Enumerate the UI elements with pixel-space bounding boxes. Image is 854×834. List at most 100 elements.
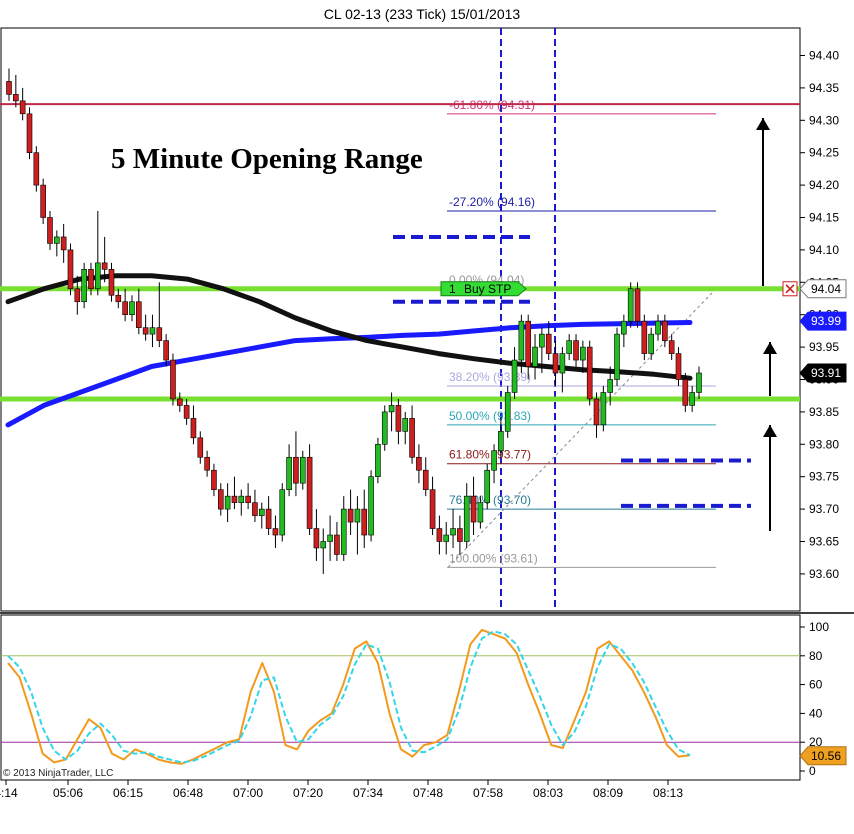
chart-svg: CL 02-13 (233 Tick) 15/01/2013 5 Minute … [0, 6, 854, 800]
candle-body [204, 456, 210, 471]
candle-body [662, 320, 668, 341]
price-panel-frame [0, 27, 801, 612]
candle-body [272, 528, 279, 536]
candle-body [682, 379, 689, 406]
price-axis-tick-label: 94.10 [809, 243, 839, 257]
candle-body [552, 353, 559, 374]
candle-body [183, 405, 190, 419]
candle-body [60, 236, 67, 251]
candle-body [47, 217, 53, 244]
opening-range-annotation: 5 Minute Opening Range [111, 143, 423, 175]
candle-body [238, 495, 245, 503]
chart-title: CL 02-13 (233 Tick) 15/01/2013 [324, 6, 521, 22]
price-axis-tick-label: 94.30 [809, 113, 839, 127]
oscillator-panel-frame [0, 614, 801, 781]
target-arrow-mid-head [763, 425, 777, 437]
candle-body [340, 508, 347, 555]
candle-body [299, 456, 306, 484]
candle-body [122, 301, 128, 315]
candle-body [477, 502, 484, 523]
candle-body [388, 405, 395, 413]
candle-body [74, 288, 81, 303]
price-axis-tick-label: 93.85 [809, 405, 839, 419]
price-axis-tick-label: 94.25 [809, 146, 839, 160]
oscillator-value-tag-text: 10.56 [811, 749, 841, 763]
candle-body [40, 184, 46, 218]
candle-body [176, 398, 183, 406]
candle-body [19, 100, 26, 115]
time-axis-tick-label: 08:09 [593, 786, 623, 800]
candle-body [375, 443, 381, 477]
candle-body [381, 411, 388, 445]
candle-body [518, 320, 525, 361]
candle-body [511, 359, 518, 393]
candle-body [327, 534, 333, 542]
target-arrow-long-head [756, 118, 770, 130]
candle-body [402, 418, 409, 432]
candle-body [545, 333, 552, 354]
candle-body [245, 495, 251, 503]
candle-body [224, 495, 231, 510]
price-axis-tick-label: 93.80 [809, 437, 839, 451]
time-axis-tick-label: 07:58 [473, 786, 503, 800]
oscillator-axis-tick-label: 80 [809, 649, 823, 663]
candle-body [368, 476, 374, 536]
candle-body [573, 340, 579, 361]
time-axis-tick-label: 07:34 [353, 786, 383, 800]
oscillator-axis-tick-label: 40 [809, 706, 823, 720]
candle-body [532, 346, 538, 367]
candle-body [279, 489, 286, 536]
candle-body [354, 508, 361, 523]
stochastic-k-line [7, 628, 691, 765]
candle-body [231, 495, 238, 503]
price-axis-tick-label: 93.60 [809, 567, 839, 581]
fib-level-label: 61.80% (93.77) [449, 448, 531, 462]
price-tag-order-text: 94.04 [811, 282, 841, 296]
candle-body [197, 437, 204, 458]
candle-body [286, 456, 292, 490]
candle-body [129, 301, 135, 315]
oscillator-axis-tick-label: 100 [809, 620, 829, 634]
candle-body [395, 405, 402, 432]
oscillator-axis-tick-label: 0 [809, 764, 816, 778]
candle-body [607, 379, 613, 393]
price-axis-tick-label: 93.95 [809, 340, 839, 354]
candle-body [436, 528, 443, 542]
candle-body [504, 392, 511, 432]
time-axis-tick-label: 08:03 [533, 786, 563, 800]
price-axis-tick-label: 94.20 [809, 178, 839, 192]
candle-body [54, 236, 60, 244]
price-axis-tick-label: 93.70 [809, 502, 839, 516]
candle-body [668, 340, 675, 354]
candle-body [108, 269, 115, 296]
candle-body [13, 94, 19, 102]
price-tag-last-text: 93.91 [811, 366, 841, 380]
candle-body [265, 508, 272, 529]
candle-body [450, 528, 456, 536]
candle-body [614, 333, 620, 380]
price-axis-tick-label: 94.40 [809, 49, 839, 63]
candle-body [101, 262, 108, 270]
candle-body [416, 456, 422, 471]
candle-body [443, 534, 450, 542]
stochastic-d-line [7, 630, 691, 764]
price-axis-tick-label: 94.35 [809, 81, 839, 95]
candle-body [675, 353, 682, 380]
candle-body [600, 392, 607, 426]
time-axis-tick-label: 07:00 [233, 786, 263, 800]
time-axis-tick-label: 08:13 [653, 786, 683, 800]
candle-body [491, 450, 497, 471]
chart-root: CL 02-13 (233 Tick) 15/01/2013 5 Minute … [0, 0, 854, 834]
candle-body [361, 508, 368, 536]
time-axis-tick-label: 06:15 [113, 786, 143, 800]
time-axis-tick-label: 07:48 [413, 786, 443, 800]
candle-body [142, 327, 149, 335]
candle-body [95, 262, 101, 290]
candle-body [655, 320, 661, 335]
candle-body [689, 392, 695, 406]
candle-body [429, 489, 436, 529]
candle-body [26, 113, 33, 154]
candle-body [258, 508, 265, 516]
candle-body [457, 528, 463, 542]
candle-body [88, 269, 94, 290]
